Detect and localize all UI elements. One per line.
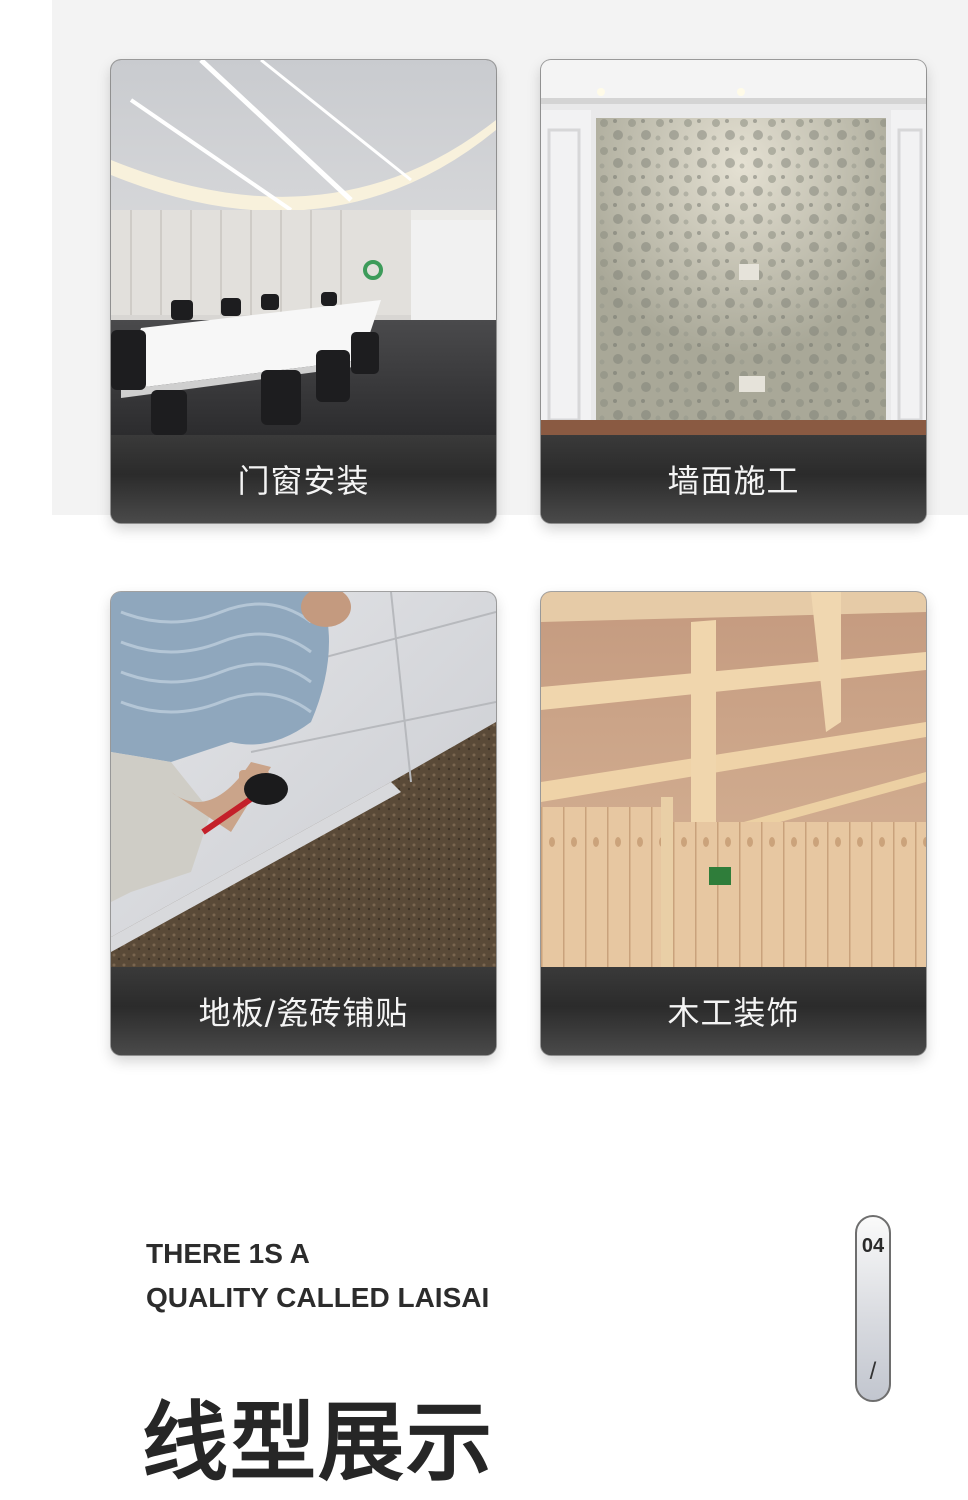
meeting-room-photo xyxy=(111,60,496,435)
section-title: 线型展示 xyxy=(142,1393,494,1493)
service-card-carpentry[interactable]: 木工装饰 xyxy=(541,592,926,1055)
tagline-line-2: QUALITY CALLED LAISAI xyxy=(146,1282,490,1313)
card-label: 门窗安装 xyxy=(237,462,370,500)
page-number: 04 xyxy=(861,1235,885,1257)
card-label: 木工装饰 xyxy=(667,994,800,1032)
card-label-bar: 门窗安装 xyxy=(111,435,496,523)
wallpaper-wall-photo xyxy=(541,60,926,435)
service-card-floor-tile[interactable]: 地板/瓷砖铺贴 xyxy=(111,592,496,1055)
tile-laying-photo xyxy=(111,592,496,967)
tagline-line-1: THERE 1S A xyxy=(146,1238,310,1269)
card-label: 墙面施工 xyxy=(667,462,800,500)
page: 门窗安装 墙面施工 地板/瓷砖铺贴 木工装饰 THERE 1S A QUALIT… xyxy=(0,0,968,1500)
page-indicator: 04 / xyxy=(855,1215,891,1402)
card-label-bar: 木工装饰 xyxy=(541,967,926,1055)
wood-ceiling-photo xyxy=(541,592,926,967)
card-label-bar: 地板/瓷砖铺贴 xyxy=(111,967,496,1055)
service-card-door-window[interactable]: 门窗安装 xyxy=(111,60,496,523)
card-label: 地板/瓷砖铺贴 xyxy=(198,994,409,1032)
card-label-bar: 墙面施工 xyxy=(541,435,926,523)
service-card-wall[interactable]: 墙面施工 xyxy=(541,60,926,523)
tagline: THERE 1S A QUALITY CALLED LAISAI xyxy=(146,1232,489,1320)
page-separator: / xyxy=(869,1358,877,1385)
